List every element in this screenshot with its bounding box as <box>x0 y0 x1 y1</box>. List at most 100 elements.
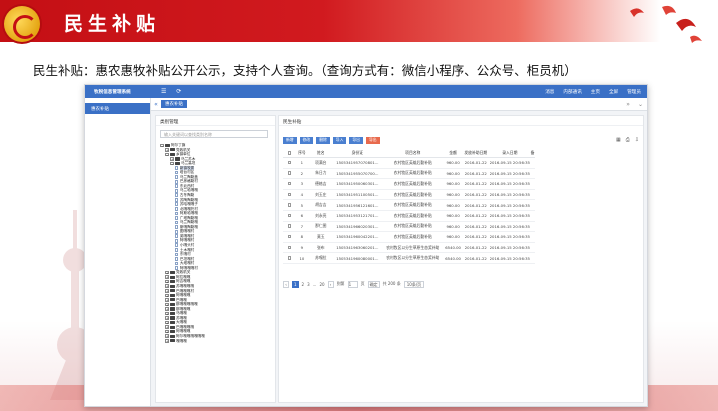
category-tree: − 阿尔丁旗 + 党政机关 − 乡镇单位 + 乌兰苏木 − 马兰高坦 新镇牧委 塔台村区 乌兰陶勒盖 巴彦… <box>160 143 273 402</box>
edit-button[interactable]: 修改 <box>299 137 314 144</box>
table-cell: 胡吉吉 <box>308 199 334 211</box>
expand-icon[interactable]: + <box>165 275 169 279</box>
table-row[interactable]: 10 苏嘎拉 1505341960080001... 农村牧区以分生草原生态奖补助 65… <box>283 252 536 264</box>
folder-icon <box>170 311 175 316</box>
expand-icon[interactable]: + <box>165 302 169 307</box>
columns-icon[interactable]: ▦ <box>616 137 621 143</box>
row-checkbox[interactable] <box>283 252 296 264</box>
folder-icon <box>170 316 175 320</box>
expand-icon[interactable]: + <box>165 339 169 343</box>
page-1[interactable]: 1 <box>292 281 299 288</box>
page-size-select[interactable]: 10条/页 <box>403 281 425 288</box>
sidebar-item-subsidy[interactable]: 惠农补贴 <box>85 103 150 114</box>
table-cell: 1505341960080001... <box>333 252 382 264</box>
table-row[interactable]: 1 项满台 1505341957070801... 农村牧区英雄后勤补贴 960.00 2… <box>283 157 536 169</box>
folder-icon <box>175 161 180 166</box>
table-cell: 农村牧区英雄后勤补贴 <box>381 210 445 222</box>
expand-icon[interactable]: + <box>165 279 169 284</box>
expand-icon[interactable]: + <box>165 293 169 298</box>
col-index[interactable]: 序号 <box>295 149 309 158</box>
select-all-checkbox[interactable] <box>283 149 296 158</box>
goto-page-input[interactable]: 1 <box>347 281 358 288</box>
expand-icon[interactable]: + <box>165 334 169 338</box>
table-cell: 1505341963060201... <box>333 242 382 254</box>
table-row[interactable]: 7 那仁图 1505341966020301... 农村牧区英雄后勤补贴 960.00 2… <box>283 221 536 233</box>
row-checkbox[interactable] <box>283 168 296 180</box>
page-last[interactable]: 20 <box>319 282 324 287</box>
export-icon[interactable]: ⇩ <box>635 137 639 143</box>
col-remark[interactable]: 备 <box>529 149 536 158</box>
tab-subsidy[interactable]: 惠农补贴 <box>161 100 187 108</box>
col-project[interactable]: 项目名称 <box>381 149 445 158</box>
col-amount[interactable]: 金额 <box>444 149 462 158</box>
expand-icon[interactable]: + <box>165 320 169 325</box>
topbar-messages[interactable]: 消息 <box>545 89 554 95</box>
menu-icon[interactable]: ☰ <box>161 88 166 95</box>
row-checkbox[interactable] <box>283 231 296 243</box>
table-row[interactable]: 8 莫玉 1505341960042201... 农村牧区英雄后勤补贴 960.00 20… <box>283 231 536 243</box>
row-checkbox[interactable] <box>283 210 296 222</box>
tree-node[interactable]: + 嘎嘎嘎 <box>160 339 273 344</box>
document-icon <box>175 175 179 179</box>
table-cell: 1505341953121701... <box>333 210 382 222</box>
import-button[interactable]: 导入 <box>332 137 347 144</box>
goto-confirm-button[interactable]: 确定 <box>367 281 380 288</box>
collapse-icon[interactable]: − <box>170 161 174 166</box>
expand-icon[interactable]: + <box>165 311 169 316</box>
expand-icon[interactable]: + <box>170 157 174 161</box>
expand-icon[interactable]: + <box>165 307 169 311</box>
topbar-user[interactable]: 管理员 <box>627 89 641 95</box>
table-cell: 6540.00 <box>444 242 462 254</box>
refresh-icon[interactable]: ⟳ <box>176 88 181 95</box>
add-button[interactable]: 新增 <box>283 137 297 144</box>
expand-icon[interactable]: + <box>165 289 169 293</box>
subsidy-table: 序号 姓名 身份证 项目名称 金额 发放补助日期 录入日期 备 1 项满台 1505… <box>283 149 536 264</box>
table-row[interactable]: 4 刘玉庄 1505341951100501... 农村牧区英雄后勤补贴 960.00 2… <box>283 189 536 201</box>
row-checkbox[interactable] <box>283 189 296 201</box>
tree-search-input[interactable]: 输入关键词以查找类别名称 <box>160 130 268 138</box>
expand-icon[interactable]: + <box>165 148 169 152</box>
export-button[interactable]: 导出 <box>349 137 363 144</box>
collapse-icon[interactable]: − <box>160 143 164 148</box>
table-cell <box>529 157 536 169</box>
collapse-icon[interactable]: − <box>165 152 169 157</box>
expand-icon[interactable]: + <box>165 316 169 320</box>
chevron-down-icon[interactable]: ⌄ <box>638 101 643 108</box>
row-checkbox[interactable] <box>283 199 296 211</box>
row-checkbox[interactable] <box>283 178 296 190</box>
expand-icon[interactable]: + <box>165 329 169 334</box>
document-icon <box>175 188 179 193</box>
col-entry-date[interactable]: 录入日期 <box>489 149 530 158</box>
topbar-home[interactable]: 主页 <box>591 89 600 95</box>
next-page-button[interactable]: › <box>327 281 334 288</box>
page-2[interactable]: 2 <box>302 282 305 287</box>
table-row[interactable]: 3 德格吉 1505341950060301... 农村牧区英雄后勤补贴 960.00 2… <box>283 178 536 190</box>
row-checkbox[interactable] <box>283 157 296 169</box>
table-cell: 2016-09-15 20:56:35 <box>489 252 530 264</box>
export-all-button[interactable]: 导出 <box>365 137 380 144</box>
row-checkbox[interactable] <box>283 242 296 254</box>
expand-icon[interactable]: + <box>165 270 169 275</box>
prev-page-button[interactable]: ‹ <box>283 281 289 288</box>
table-row[interactable]: 9 张布 1505341963060201... 农村牧区以分生草原生态奖补助 6540… <box>283 242 536 254</box>
expand-icon[interactable]: + <box>165 325 169 329</box>
table-cell <box>529 178 536 190</box>
table-row[interactable]: 6 刘永亮 1505341953121701... 农村牧区英雄后勤补贴 960.00 2… <box>283 210 536 222</box>
row-checkbox[interactable] <box>283 221 296 233</box>
topbar-fullscreen[interactable]: 全屏 <box>609 89 618 95</box>
delete-button[interactable]: 删除 <box>316 137 330 144</box>
print-icon[interactable]: ⎙ <box>626 137 630 143</box>
table-row[interactable]: 2 朱日力 1505341955070700... 农村牧区英雄后勤补贴 960.00 2… <box>283 168 536 180</box>
folder-icon <box>170 293 175 297</box>
table-cell <box>529 199 536 211</box>
double-chevron-left-icon[interactable]: « <box>151 101 161 108</box>
page-3[interactable]: 3 <box>307 282 310 287</box>
col-pay-date[interactable]: 发放补助日期 <box>461 149 490 158</box>
col-name[interactable]: 姓名 <box>308 149 334 158</box>
expand-icon[interactable]: + <box>165 284 169 288</box>
expand-icon[interactable]: + <box>165 298 169 302</box>
topbar-internal-chat[interactable]: 内部通讯 <box>563 89 581 95</box>
double-chevron-right-icon[interactable]: » <box>626 101 630 108</box>
table-row[interactable]: 5 胡吉吉 1505341956121601... 农村牧区英雄后勤补贴 960.00 2… <box>283 199 536 211</box>
col-id-card[interactable]: 身份证 <box>333 149 382 158</box>
